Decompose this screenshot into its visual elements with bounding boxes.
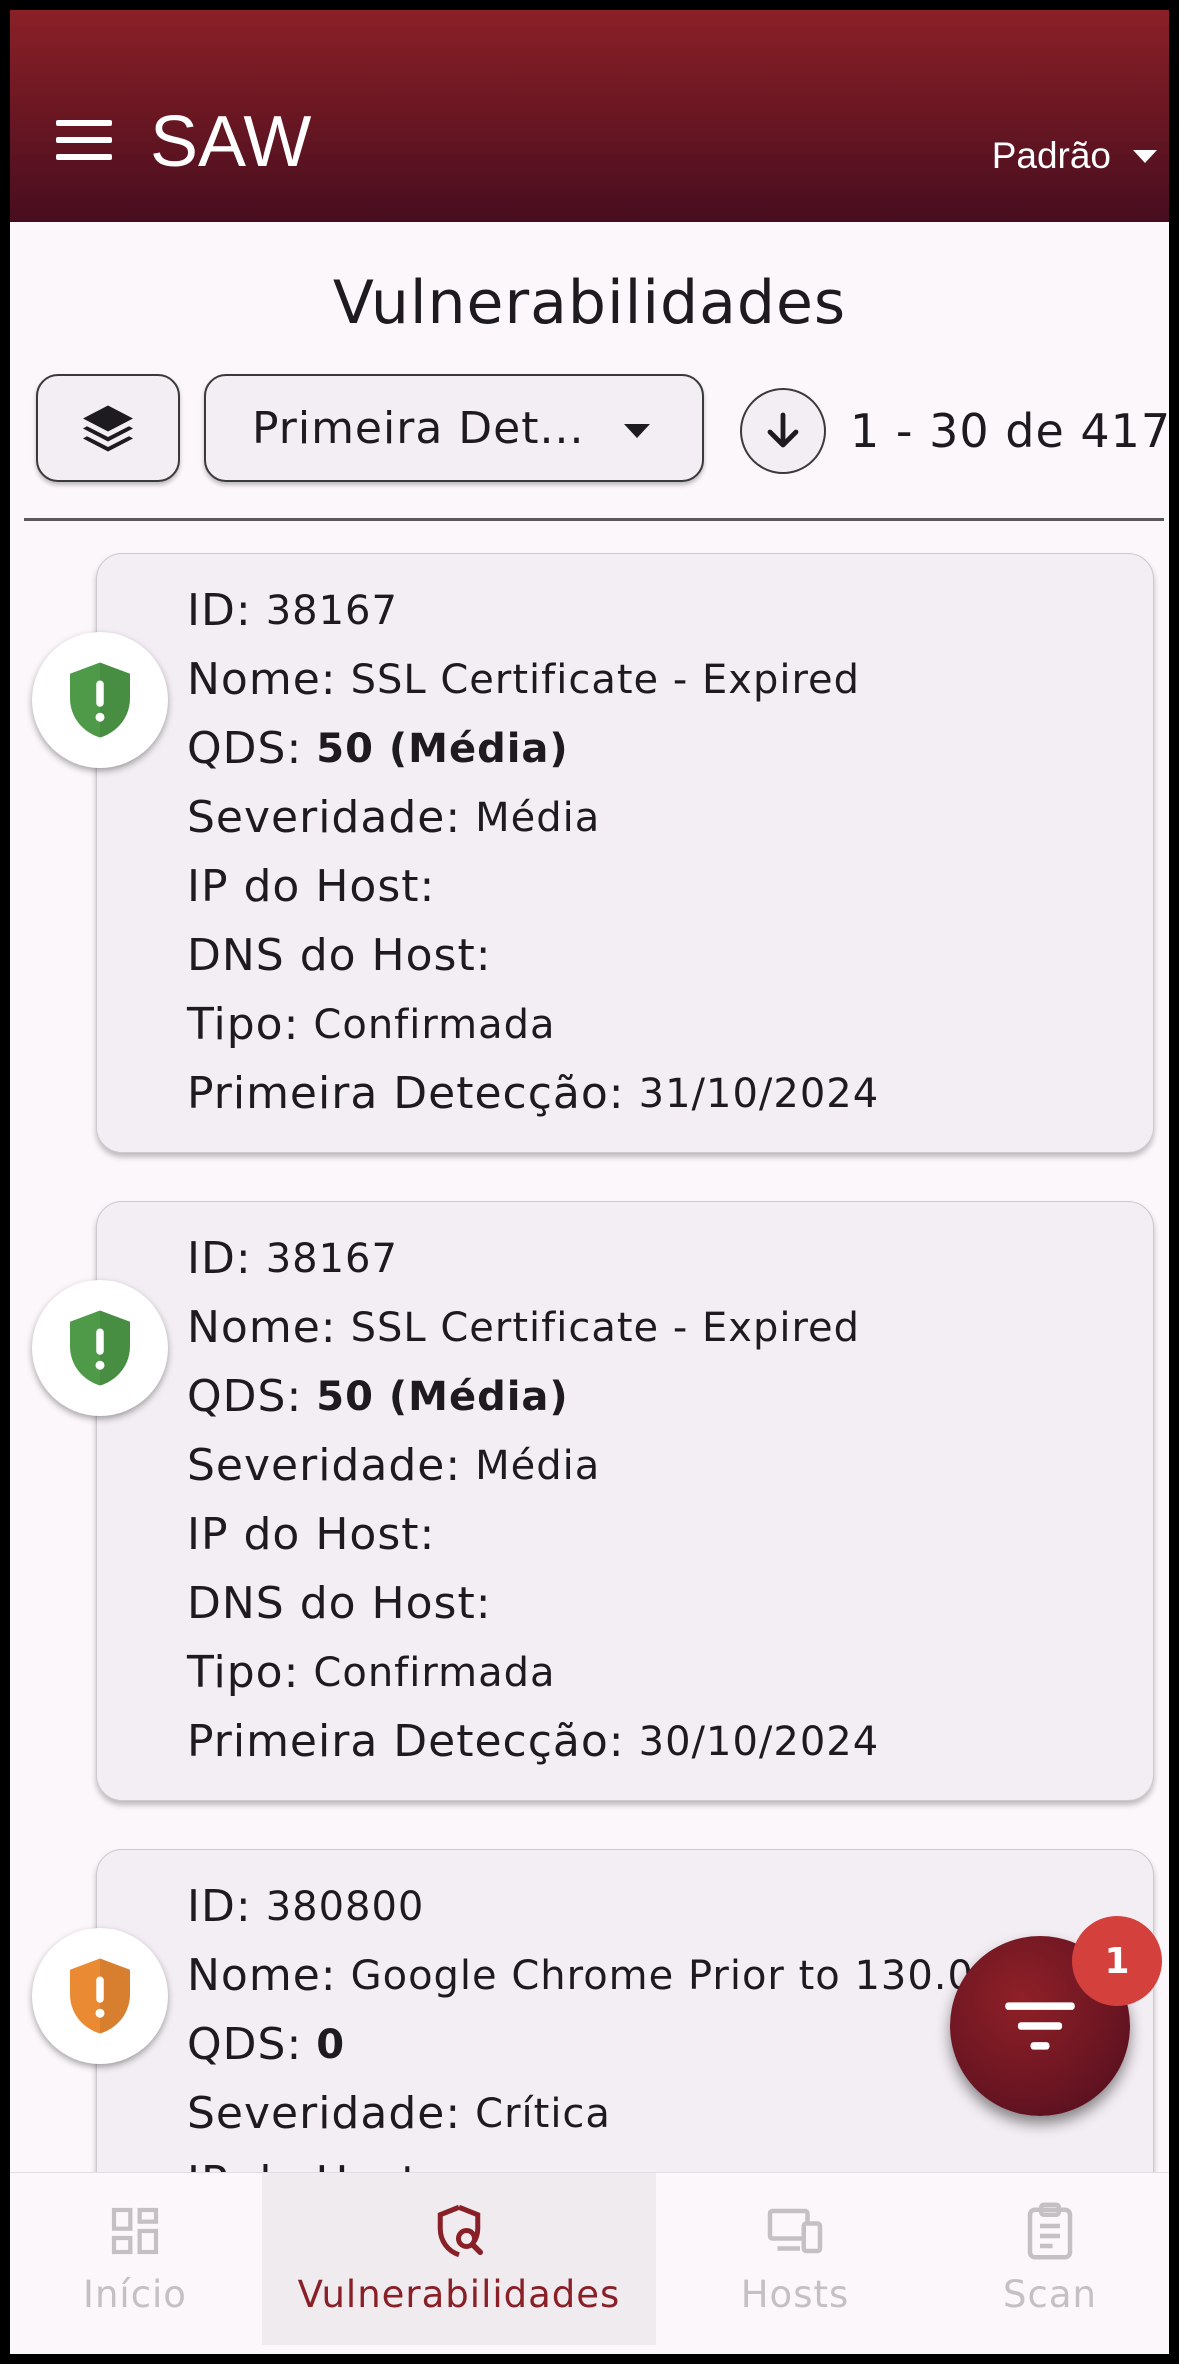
layers-button[interactable]	[36, 374, 180, 482]
name-value: SSL Certificate - Expired	[350, 656, 861, 703]
bottom-navigation: Início Vulnerabilidades Hosts Scan	[10, 2172, 1169, 2354]
id-label: ID:	[187, 585, 252, 636]
first-detection-value: 31/10/2024	[638, 1070, 880, 1117]
name-value: Google Chrome Prior to 130.0.6	[350, 1952, 1015, 1999]
sort-field-label: Primeira Det...	[252, 402, 585, 454]
first-detection-label: Primeira Detecção:	[187, 1716, 625, 1767]
clipboard-icon	[1027, 2202, 1073, 2260]
host-ip-label: IP do Host:	[187, 1509, 436, 1560]
qds-label: QDS:	[187, 2019, 303, 2070]
qds-value: 0	[316, 2021, 346, 2068]
caret-down-icon	[1133, 149, 1157, 163]
qds-label: QDS:	[187, 723, 303, 774]
name-label: Nome:	[187, 1950, 337, 2001]
type-label: Tipo:	[187, 999, 300, 1050]
caret-down-icon	[624, 424, 650, 438]
type-value: Confirmada	[313, 1001, 556, 1048]
nav-item-label: Scan	[1003, 2273, 1097, 2316]
arrow-down-icon	[767, 412, 799, 448]
id-value: 380800	[265, 1883, 425, 1930]
profile-dropdown[interactable]: Padrão	[992, 132, 1163, 180]
nav-item-vulnerabilidades[interactable]: Vulnerabilidades	[262, 2173, 656, 2345]
type-value: Confirmada	[313, 1649, 556, 1696]
severity-label: Severidade:	[187, 1440, 462, 1491]
severity-value: Média	[475, 794, 601, 841]
severity-value: Crítica	[475, 2090, 611, 2137]
severity-label: Severidade:	[187, 792, 462, 843]
qds-value: 50 (Média)	[316, 1373, 569, 1420]
shield-search-icon	[437, 2204, 483, 2258]
type-label: Tipo:	[187, 1647, 300, 1698]
host-dns-label: DNS do Host:	[187, 1578, 492, 1629]
profile-dropdown-label: Padrão	[991, 135, 1111, 176]
sort-field-dropdown[interactable]: Primeira Det...	[204, 374, 704, 482]
nav-item-label: Vulnerabilidades	[297, 2273, 621, 2316]
id-label: ID:	[187, 1881, 252, 1932]
severity-avatar	[32, 1928, 168, 2064]
severity-avatar	[32, 1280, 168, 1416]
host-dns-label: DNS do Host:	[187, 930, 492, 981]
divider	[24, 518, 1164, 521]
vulnerability-card[interactable]: ID: 38167 Nome: SSL Certificate - Expired …	[96, 1201, 1154, 1801]
first-detection-label: Primeira Detecção:	[187, 1068, 625, 1119]
nav-item-scan[interactable]: Scan	[930, 2173, 1169, 2345]
name-label: Nome:	[187, 654, 337, 705]
nav-item-hosts[interactable]: Hosts	[670, 2173, 920, 2345]
shield-alert-icon	[70, 1310, 130, 1386]
nav-item-label: Hosts	[740, 2273, 850, 2316]
name-value: SSL Certificate - Expired	[350, 1304, 861, 1351]
host-ip-label: IP do Host:	[187, 861, 436, 912]
severity-value: Média	[475, 1442, 601, 1489]
devices-icon	[767, 2208, 823, 2254]
first-detection-value: 30/10/2024	[638, 1718, 880, 1765]
menu-icon[interactable]	[56, 120, 112, 160]
id-value: 38167	[265, 587, 398, 634]
vulnerability-card[interactable]: ID: 38167 Nome: SSL Certificate - Expired …	[96, 553, 1154, 1153]
layers-icon	[83, 405, 133, 452]
sort-direction-button[interactable]	[740, 388, 826, 474]
shield-alert-icon	[70, 1958, 130, 2034]
qds-value: 50 (Média)	[316, 725, 569, 772]
pagination-text: 1 - 30 de 417	[850, 404, 1169, 458]
id-label: ID:	[187, 1233, 252, 1284]
id-value: 38167	[265, 1235, 398, 1282]
filter-icon	[1005, 2002, 1075, 2050]
severity-avatar	[32, 632, 168, 768]
page-title: Vulnerabilidades	[332, 268, 847, 338]
app-title: SAW	[150, 102, 312, 182]
host-ip-label: IP do Host:	[187, 2157, 435, 2172]
name-label: Nome:	[187, 1302, 337, 1353]
filter-count-badge: 1	[1072, 1916, 1162, 2006]
app-bar: SAW Padrão	[10, 10, 1169, 222]
qds-label: QDS:	[187, 1371, 303, 1422]
vulnerability-list[interactable]: ID: 38167 Nome: SSL Certificate - Expired …	[10, 550, 1169, 2172]
grid-icon	[111, 2207, 159, 2255]
nav-item-label: Início	[83, 2273, 187, 2316]
shield-alert-icon	[70, 662, 130, 738]
nav-item-inicio[interactable]: Início	[10, 2173, 260, 2345]
app-screen: SAW Padrão Vulnerabilidades Primeira Det…	[10, 10, 1169, 2354]
severity-label: Severidade:	[187, 2088, 462, 2139]
